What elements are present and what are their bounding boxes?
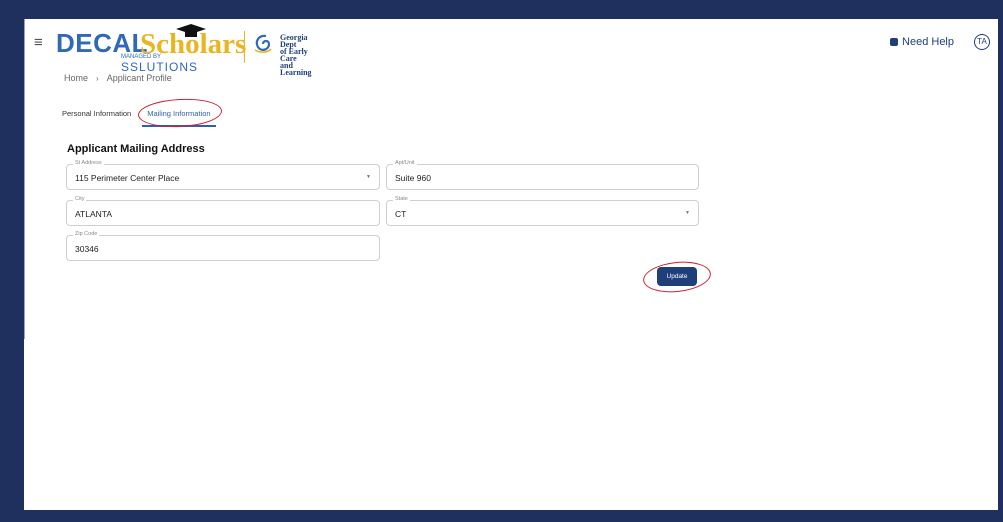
city-value: ATLANTA <box>75 209 112 219</box>
tab-personal-information[interactable]: Personal Information <box>57 103 136 125</box>
state-value: CT <box>395 209 407 219</box>
state-label: State <box>393 196 410 202</box>
apt-unit-label: Apt/Unit <box>393 160 417 166</box>
georgia-dept-logo-text: Georgia Dept of Early Care and Learning <box>280 33 312 77</box>
need-help-label: Need Help <box>902 36 954 48</box>
need-help-link[interactable]: Need Help <box>890 36 954 48</box>
zip-code-field[interactable]: Zip Code 30346 <box>66 231 380 261</box>
logo-divider <box>244 31 245 63</box>
zip-code-value: 30346 <box>75 244 99 254</box>
graduation-cap-icon <box>176 24 206 37</box>
breadcrumb-current: Applicant Profile <box>106 73 172 83</box>
avatar[interactable]: TA <box>974 34 990 50</box>
state-select[interactable]: State CT ▼ <box>386 196 699 226</box>
app-window: ≡ DECAL Scholars MANAGED BY SSLUTIONS Ge… <box>24 19 998 510</box>
header: ≡ DECAL Scholars MANAGED BY SSLUTIONS Ge… <box>24 19 998 77</box>
annotation-circle-update <box>641 258 713 296</box>
zip-code-label: Zip Code <box>73 231 100 237</box>
chevron-down-icon[interactable]: ▼ <box>366 174 371 180</box>
managed-by-text: MANAGED BY SSLUTIONS <box>121 54 199 74</box>
city-label: City <box>73 196 87 202</box>
st-address-label: St Address <box>73 160 104 166</box>
chevron-down-icon[interactable]: ▼ <box>685 210 690 216</box>
help-book-icon <box>890 38 899 46</box>
apt-unit-field[interactable]: Apt/Unit Suite 960 <box>386 160 699 190</box>
breadcrumb: Home › Applicant Profile <box>64 73 172 83</box>
georgia-decal-swirl-icon <box>254 34 272 53</box>
breadcrumb-separator: › <box>96 74 99 83</box>
apt-unit-value: Suite 960 <box>395 173 431 183</box>
st-address-value: 115 Perimeter Center Place <box>75 173 180 183</box>
breadcrumb-home[interactable]: Home <box>64 73 88 83</box>
hamburger-menu-icon[interactable]: ≡ <box>34 35 43 50</box>
section-title: Applicant Mailing Address <box>67 143 205 155</box>
frame-edge <box>24 19 25 339</box>
city-field[interactable]: City ATLANTA <box>66 196 380 226</box>
st-address-field[interactable]: St Address 115 Perimeter Center Place ▼ <box>66 160 380 190</box>
